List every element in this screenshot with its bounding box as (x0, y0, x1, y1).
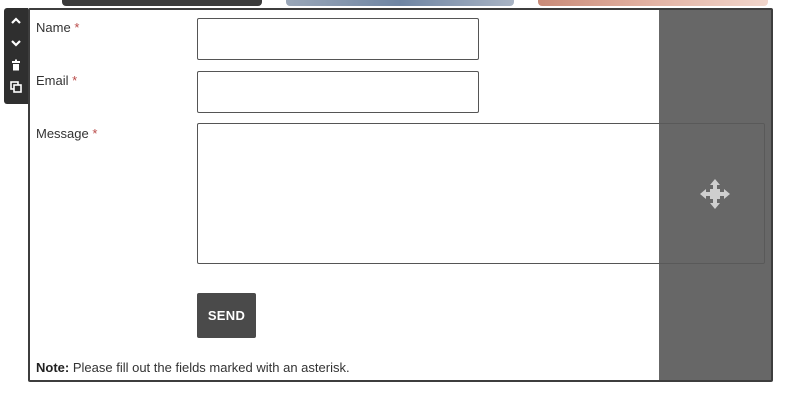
move-down-button[interactable] (4, 32, 28, 54)
image-strip-1 (62, 0, 262, 6)
duplicate-button[interactable] (4, 76, 28, 98)
name-input[interactable] (197, 18, 479, 60)
block-toolbar (4, 8, 28, 104)
send-button[interactable]: SEND (197, 293, 256, 338)
email-input[interactable] (197, 71, 479, 113)
copy-icon (10, 81, 22, 93)
email-label: Email * (36, 73, 78, 88)
image-strip-2 (286, 0, 514, 6)
move-icon (700, 179, 730, 209)
chevron-down-icon (11, 40, 21, 47)
chevron-up-icon (11, 17, 21, 24)
move-handle[interactable] (699, 178, 731, 210)
note-label: Note: (36, 360, 70, 375)
trash-icon (12, 59, 20, 71)
message-label: Message * (36, 126, 98, 141)
name-label: Name * (36, 20, 80, 35)
contact-form: Name * Email * Message * SEND Note: Plea… (28, 8, 773, 382)
image-strip-3 (538, 0, 768, 6)
form-note: Note: Please fill out the fields marked … (36, 360, 350, 375)
required-asterisk: * (74, 20, 80, 35)
note-text: Please fill out the fields marked with a… (72, 360, 350, 375)
move-up-button[interactable] (4, 10, 28, 32)
delete-button[interactable] (4, 54, 28, 76)
column-overlay[interactable] (659, 10, 771, 380)
required-asterisk: * (72, 73, 78, 88)
required-asterisk: * (92, 126, 98, 141)
